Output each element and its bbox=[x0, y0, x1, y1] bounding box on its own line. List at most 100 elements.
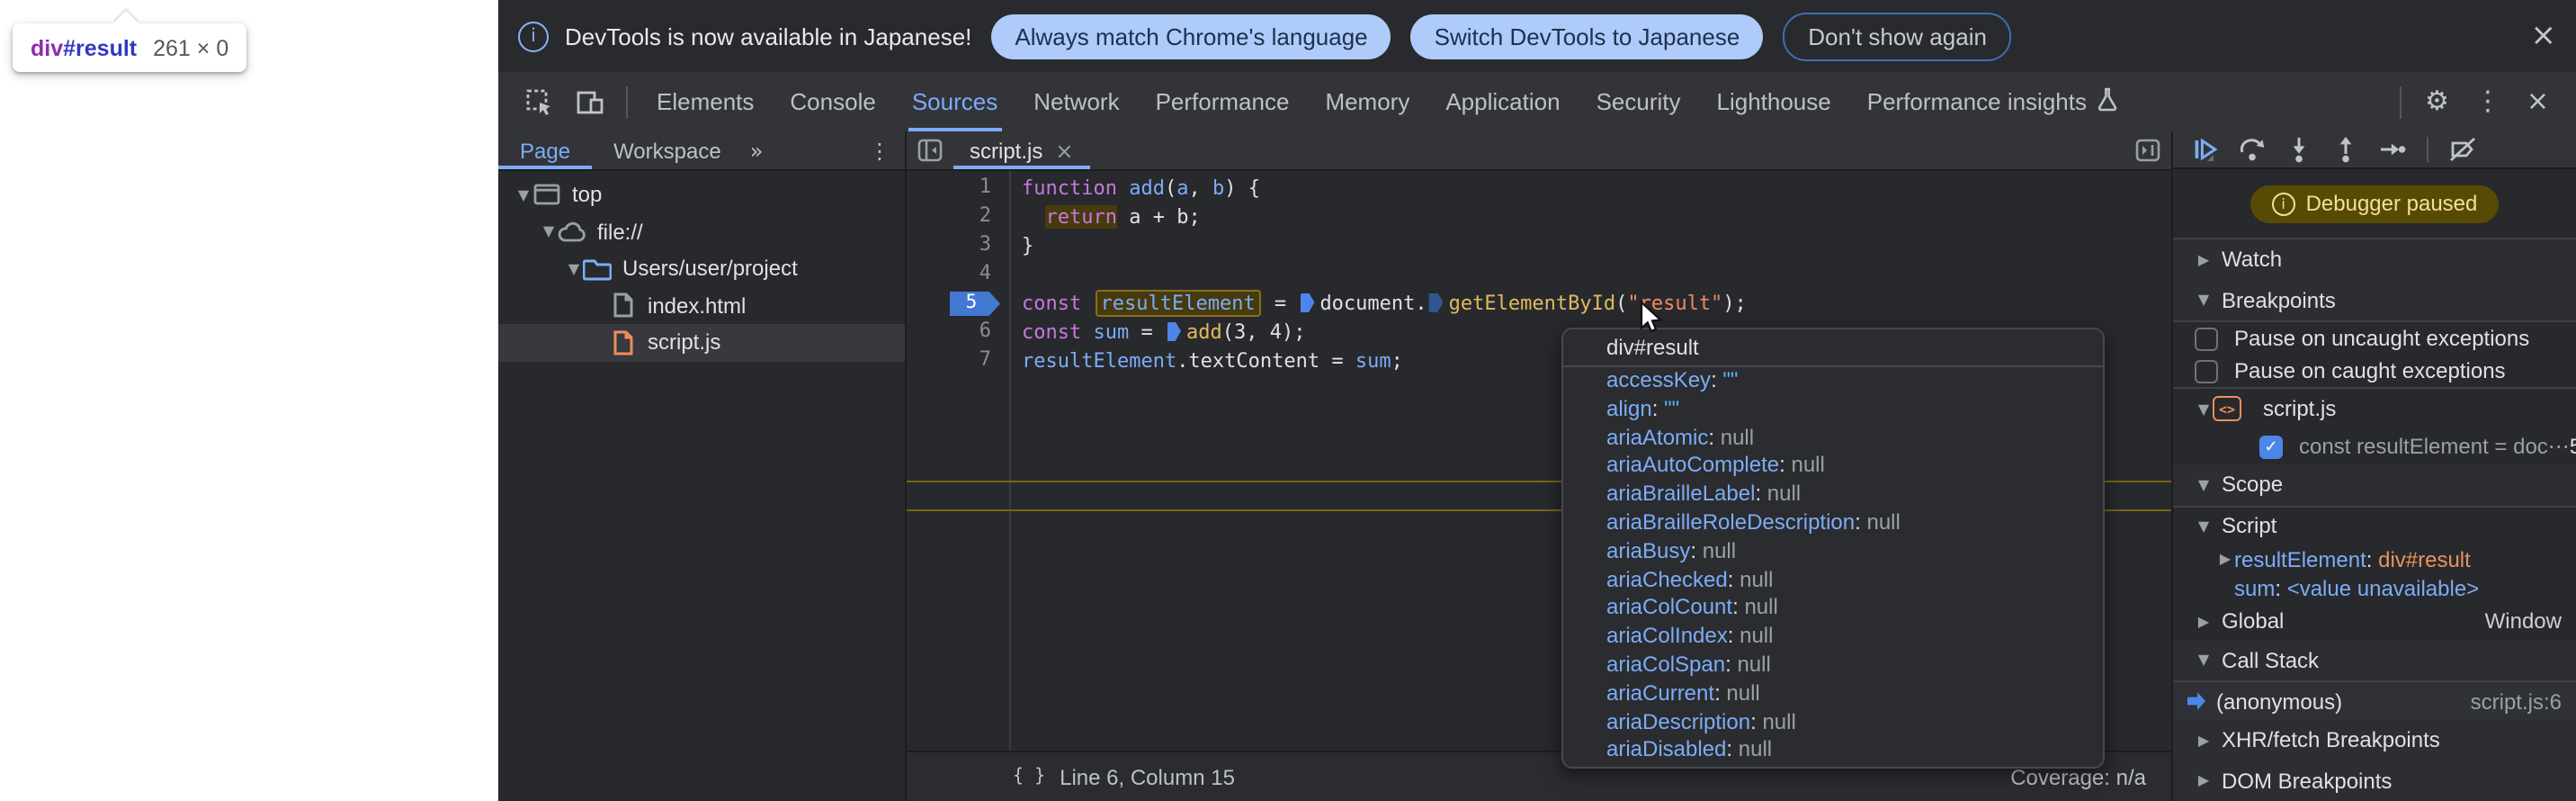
checkbox[interactable]: ✓ bbox=[2259, 435, 2283, 458]
deactivate-breakpoints-icon[interactable] bbox=[2448, 135, 2477, 164]
code-token: a + b; bbox=[1117, 205, 1201, 229]
expander-icon[interactable]: ▶ bbox=[2195, 733, 2213, 749]
panel-tab-label: Performance insights bbox=[1867, 88, 2087, 115]
inline-breakpoint-marker[interactable] bbox=[1429, 292, 1444, 312]
debugger-row-dom-breakpoints[interactable]: ▶DOM Breakpoints bbox=[2173, 760, 2576, 801]
property-name: ariaBusy bbox=[1606, 538, 1690, 563]
debugger-row-script[interactable]: ▼Script bbox=[2173, 507, 2576, 544]
expander-icon[interactable]: ▼ bbox=[2195, 652, 2213, 669]
debugger-row-pause-on-uncaught-exceptions[interactable]: Pause on uncaught exceptions bbox=[2173, 322, 2576, 355]
debugger-row-pause-on-caught-exceptions[interactable]: Pause on caught exceptions bbox=[2173, 355, 2576, 387]
infobar-close-icon[interactable]: × bbox=[2531, 21, 2557, 51]
tree-item-index-html[interactable]: index.html bbox=[498, 287, 905, 324]
panel-tab-console[interactable]: Console bbox=[772, 72, 893, 131]
code-token: add bbox=[1129, 176, 1165, 200]
debugger-row-global[interactable]: ▶GlobalWindow bbox=[2173, 602, 2576, 640]
tree-item-users-user-project[interactable]: ▼Users/user/project bbox=[498, 250, 905, 287]
debugger-row--anonymous-[interactable]: (anonymous)script.js:6 bbox=[2173, 682, 2576, 720]
tree-item-top[interactable]: ▼top bbox=[498, 176, 905, 213]
dont-show-again-button[interactable]: Don't show again bbox=[1783, 12, 2012, 60]
gutter-line-number[interactable]: 5 bbox=[907, 290, 1009, 319]
debugger-row-const-resultelement-doc-[interactable]: ✓const resultElement = doc⋯5 bbox=[2173, 428, 2576, 464]
debugger-row-watch[interactable]: ▶Watch bbox=[2173, 239, 2576, 280]
gutter-line-number[interactable]: 2 bbox=[907, 203, 1009, 232]
expander-icon[interactable]: ▶ bbox=[2195, 613, 2213, 629]
device-toolbar-icon[interactable] bbox=[576, 87, 604, 116]
debugger-row-sum[interactable]: sum: <value unavailable> bbox=[2173, 573, 2576, 602]
panel-tab-memory[interactable]: Memory bbox=[1307, 72, 1427, 131]
code-token: a bbox=[1176, 176, 1188, 200]
info-icon: i bbox=[518, 21, 549, 51]
code-token bbox=[1022, 205, 1046, 229]
navigator-kebab-icon[interactable]: ⋮ bbox=[854, 131, 905, 169]
gutter-line-number[interactable]: 1 bbox=[907, 175, 1009, 203]
always-match-language-button[interactable]: Always match Chrome's language bbox=[991, 14, 1391, 58]
settings-gear-icon[interactable]: ⚙ bbox=[2425, 88, 2449, 115]
expander-icon[interactable]: ▶ bbox=[2195, 252, 2213, 268]
panel-tab-sources[interactable]: Sources bbox=[894, 72, 1015, 131]
file-tab-close-icon[interactable]: × bbox=[1055, 138, 1073, 163]
resume-script-icon[interactable] bbox=[2191, 135, 2220, 164]
expander-icon[interactable]: ▼ bbox=[2195, 477, 2213, 493]
panel-tab-network[interactable]: Network bbox=[1015, 72, 1137, 131]
code-line-5: const resultElement = document.getElemen… bbox=[1022, 290, 2171, 319]
pretty-print-icon[interactable]: { } bbox=[1013, 767, 1045, 787]
panel-tab-bar: ElementsConsoleSourcesNetwork Performance… bbox=[639, 72, 2137, 131]
debugger-row-script-js[interactable]: ▼<>script.js bbox=[2173, 389, 2576, 428]
expander-icon[interactable]: ▼ bbox=[2195, 292, 2213, 309]
devtools-close-icon[interactable]: × bbox=[2527, 88, 2549, 115]
expander-icon[interactable]: ▼ bbox=[2195, 518, 2213, 534]
panel-tab-label: Performance bbox=[1156, 88, 1290, 115]
property-name: ariaDisabled bbox=[1606, 737, 1726, 762]
more-options-kebab-icon[interactable]: ⋮ bbox=[2474, 88, 2501, 115]
expander-icon[interactable]: ▶ bbox=[2216, 551, 2234, 567]
step-out-icon[interactable] bbox=[2331, 135, 2360, 164]
panel-tab-application[interactable]: Application bbox=[1427, 72, 1578, 131]
toggle-navigator-icon[interactable] bbox=[907, 131, 953, 169]
panel-tab-elements[interactable]: Elements bbox=[639, 72, 772, 131]
code-token: sum bbox=[1094, 320, 1130, 344]
step-into-icon[interactable] bbox=[2285, 135, 2313, 164]
tree-item-script-js[interactable]: script.js bbox=[498, 324, 905, 361]
file-tab-scriptjs[interactable]: script.js × bbox=[953, 131, 1089, 169]
panel-tab-performance-insights[interactable]: Performance insights bbox=[1849, 72, 2137, 131]
checkbox[interactable] bbox=[2195, 327, 2218, 350]
tab-workspace[interactable]: Workspace bbox=[592, 131, 743, 169]
inline-breakpoint-marker[interactable] bbox=[1300, 292, 1314, 312]
debugger-row-breakpoints[interactable]: ▼Breakpoints bbox=[2173, 280, 2576, 320]
tab-page[interactable]: Page bbox=[498, 131, 592, 169]
code-token: ( bbox=[1165, 176, 1176, 200]
tree-item-file-[interactable]: ▼file:// bbox=[498, 213, 905, 250]
gutter-line-number[interactable]: 4 bbox=[907, 261, 1009, 290]
panel-tab-security[interactable]: Security bbox=[1579, 72, 1699, 131]
gutter[interactable]: 12345 67 bbox=[907, 171, 1011, 751]
gutter-line-number[interactable]: 6 bbox=[907, 319, 1009, 347]
expander-icon[interactable]: ▼ bbox=[2195, 400, 2213, 417]
code-token: resultElement bbox=[1096, 290, 1261, 317]
code-token: b bbox=[1212, 176, 1224, 200]
tree-expander-icon[interactable]: ▼ bbox=[514, 187, 532, 203]
debugger-row-resultelement[interactable]: ▶resultElement: div#result bbox=[2173, 544, 2576, 573]
tree-expander-icon[interactable]: ▼ bbox=[540, 224, 558, 240]
debugger-row-scope[interactable]: ▼Scope bbox=[2173, 464, 2576, 505]
checkbox[interactable] bbox=[2195, 359, 2218, 382]
panel-tab-performance[interactable]: Performance bbox=[1138, 72, 1308, 131]
expander-icon[interactable]: ▶ bbox=[2195, 773, 2213, 789]
toggle-debugger-sidebar-icon[interactable] bbox=[2124, 131, 2171, 169]
panel-tab-label: Lighthouse bbox=[1717, 88, 1831, 115]
step-over-icon[interactable] bbox=[2238, 135, 2267, 164]
switch-devtools-japanese-button[interactable]: Switch DevTools to Japanese bbox=[1411, 14, 1764, 58]
gutter-line-number[interactable]: 3 bbox=[907, 232, 1009, 261]
gutter-line-number[interactable]: 7 bbox=[907, 347, 1009, 376]
panel-tab-lighthouse[interactable]: Lighthouse bbox=[1699, 72, 1849, 131]
debugger-row-call-stack[interactable]: ▼Call Stack bbox=[2173, 640, 2576, 680]
breakpoint-flag[interactable]: 5 bbox=[950, 292, 1000, 316]
code-token: = bbox=[1263, 292, 1299, 315]
step-icon[interactable] bbox=[2378, 135, 2407, 164]
popup-property-list[interactable]: accessKey: ""align: ""ariaAtomic: nullar… bbox=[1563, 367, 2103, 765]
inline-breakpoint-marker[interactable] bbox=[1167, 321, 1181, 341]
more-tabs-icon[interactable]: » bbox=[743, 131, 773, 169]
tree-expander-icon[interactable]: ▼ bbox=[565, 261, 583, 277]
inspect-element-icon[interactable] bbox=[525, 87, 554, 116]
debugger-row-xhr-fetch-breakpoints[interactable]: ▶XHR/fetch Breakpoints bbox=[2173, 720, 2576, 760]
